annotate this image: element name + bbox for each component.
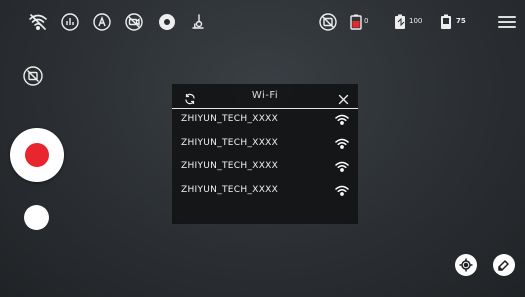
eraser-icon[interactable] — [493, 254, 515, 276]
wifi-off-icon[interactable] — [28, 12, 48, 32]
wifi-signal-icon — [335, 138, 349, 149]
audio-levels-icon[interactable] — [60, 12, 80, 32]
gimbal-icon[interactable] — [188, 12, 208, 32]
top-status-bar: 0 100 75 — [0, 0, 525, 44]
photo-button[interactable] — [24, 205, 49, 230]
wifi-panel: Wi-Fi ZHIYUN_TECH_XXXX ZHIYUN_TECH_XXXX … — [172, 84, 358, 224]
wifi-network-name: ZHIYUN_TECH_XXXX — [181, 184, 279, 195]
record-button[interactable] — [10, 128, 64, 182]
auto-mode-icon[interactable] — [92, 12, 112, 32]
record-dot — [25, 143, 49, 167]
gimbal-battery-label: 100 — [409, 17, 423, 25]
wifi-signal-icon — [335, 161, 349, 172]
wifi-panel-title: Wi-Fi — [251, 90, 279, 101]
wifi-network-name: ZHIYUN_TECH_XXXX — [181, 161, 279, 171]
hdr-off-icon-left[interactable] — [22, 65, 44, 87]
wifi-panel-header: Wi-Fi — [172, 84, 358, 109]
wifi-network-item[interactable]: ZHIYUN_TECH_XXXX — [172, 108, 358, 132]
wifi-network-item[interactable]: ZHIYUN_TECH_XXXX — [172, 179, 358, 203]
close-icon[interactable] — [338, 90, 349, 105]
phone-battery-label: 75 — [456, 17, 466, 25]
wifi-network-item[interactable]: ZHIYUN_TECH_XXXX — [172, 132, 358, 156]
phone-battery-icon — [438, 12, 458, 32]
camera-battery-label: 0 — [364, 17, 369, 25]
wifi-network-name: ZHIYUN_TECH_XXXX — [181, 137, 279, 148]
camera-off-icon[interactable] — [124, 12, 144, 32]
wifi-signal-icon — [335, 114, 349, 125]
wifi-network-name: ZHIYUN_TECH_XXXX — [181, 114, 279, 124]
target-icon[interactable] — [455, 254, 477, 276]
wifi-network-item[interactable]: ZHIYUN_TECH_XXXX — [172, 155, 358, 179]
wifi-signal-icon — [335, 185, 349, 196]
settings-icon[interactable] — [157, 12, 177, 32]
menu-icon[interactable] — [498, 13, 516, 29]
hdr-off-icon[interactable] — [318, 12, 338, 32]
wifi-network-list: ZHIYUN_TECH_XXXX ZHIYUN_TECH_XXXX ZHIYUN… — [172, 108, 358, 202]
